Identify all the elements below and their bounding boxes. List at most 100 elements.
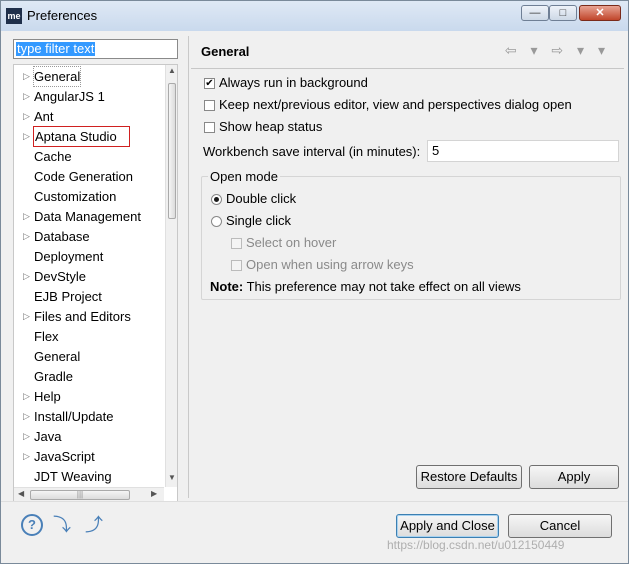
tree-item-label: Help — [34, 389, 61, 404]
tree-item-flex[interactable]: Flex — [34, 327, 59, 346]
tree-item-label: Customization — [34, 189, 117, 204]
open-mode-note: Note: This preference may not take effec… — [210, 279, 521, 294]
tree-item-label: Files and Editors — [34, 309, 131, 324]
tree-item-label: Deployment — [34, 249, 104, 264]
double-click-radio[interactable] — [211, 194, 222, 205]
filter-text: type filter text — [16, 41, 96, 56]
page-nav-arrows-icon[interactable]: ⇦ ▾ ⇨ ▾ ▾ — [505, 42, 610, 59]
tree-item-install-update[interactable]: ▷ Install/Update — [23, 407, 114, 426]
minimize-button[interactable]: — — [521, 5, 549, 21]
close-button[interactable]: ✕ — [579, 5, 621, 21]
tree-item-jdt-weaving[interactable]: JDT Weaving — [34, 467, 112, 486]
save-interval-input[interactable]: 5 — [427, 140, 619, 162]
expand-arrow-icon[interactable]: ▷ — [23, 447, 30, 466]
apply-and-close-button[interactable]: Apply and Close — [396, 514, 499, 538]
tree-item-help[interactable]: ▷ Help — [23, 387, 61, 406]
export-icon[interactable]: ⤴ — [83, 514, 105, 536]
filter-input[interactable]: type filter text — [13, 39, 178, 59]
watermark: https://blog.csdn.net/u012150449 — [387, 538, 565, 552]
expand-arrow-icon[interactable]: ▷ — [23, 87, 30, 106]
scroll-down-icon[interactable]: ▼ — [168, 473, 176, 482]
help-icon[interactable]: ? — [21, 514, 43, 536]
expand-arrow-icon[interactable]: ▷ — [23, 227, 30, 246]
select-on-hover-checkbox[interactable] — [231, 238, 242, 249]
tree-item-label: General — [34, 349, 81, 364]
tree-item-ejb-project[interactable]: EJB Project — [34, 287, 102, 306]
tree-item-cache[interactable]: Cache — [34, 147, 72, 166]
tree-item-ant[interactable]: ▷ Ant — [23, 107, 54, 126]
expand-arrow-icon[interactable]: ▷ — [23, 127, 30, 146]
expand-arrow-icon[interactable]: ▷ — [23, 307, 30, 326]
always-run-background-label: Always run in background — [219, 75, 368, 90]
tree-item-javascript[interactable]: ▷ JavaScript — [23, 447, 95, 466]
tree-item-label: Data Management — [34, 209, 141, 224]
tree-item-files-and-editors[interactable]: ▷ Files and Editors — [23, 307, 131, 326]
tree-item-java[interactable]: ▷ Java — [23, 427, 62, 446]
tree-item-label: Gradle — [34, 369, 74, 384]
note-text: This preference may not take effect on a… — [243, 279, 521, 294]
expand-arrow-icon[interactable]: ▷ — [23, 267, 30, 286]
tree-item-general-2[interactable]: General — [34, 347, 80, 366]
expand-arrow-icon[interactable]: ▷ — [23, 207, 30, 226]
note-label: Note: — [210, 279, 244, 294]
preferences-tree: ▷ General ▷ AngularJS 1 ▷ Ant ▷ Aptana Studi… — [13, 64, 178, 502]
open-mode-title: Open mode — [208, 169, 280, 184]
tree-item-code-generation[interactable]: Code Generation — [34, 167, 133, 186]
preference-page: General ⇦ ▾ ⇨ ▾ ▾ ✔ Always run in backgr… — [191, 36, 624, 496]
tree-item-gradle[interactable]: Gradle — [34, 367, 73, 386]
cancel-button[interactable]: Cancel — [508, 514, 612, 538]
tree-item-label: Java — [34, 429, 62, 444]
keep-next-previous-label: Keep next/previous editor, view and pers… — [219, 97, 572, 112]
tree-item-label: DevStyle — [34, 269, 87, 284]
tree-item-label: Install/Update — [34, 409, 114, 424]
tree-item-label: Ant — [34, 109, 54, 124]
show-heap-status-label: Show heap status — [219, 119, 323, 134]
tree-vertical-scrollbar[interactable]: ▲ ▼ — [165, 65, 177, 487]
tree-item-label: JDT Weaving — [34, 469, 112, 484]
tree-horizontal-scroll-thumb[interactable]: ||| — [30, 490, 130, 500]
keep-next-previous-checkbox[interactable] — [204, 100, 215, 111]
tree-item-label: Aptana Studio — [35, 129, 117, 144]
apply-button[interactable]: Apply — [529, 465, 619, 489]
scroll-up-icon[interactable]: ▲ — [168, 66, 176, 75]
tree-item-data-management[interactable]: ▷ Data Management — [23, 207, 141, 226]
header-divider — [191, 68, 624, 69]
open-mode-group: Open mode Double click Single click Sele… — [201, 169, 621, 300]
tree-vertical-scroll-thumb[interactable] — [168, 83, 176, 219]
always-run-background-checkbox[interactable]: ✔ — [204, 78, 215, 89]
scroll-left-icon[interactable]: ◀ — [18, 489, 24, 498]
open-arrow-keys-checkbox[interactable] — [231, 260, 242, 271]
tree-item-customization[interactable]: Customization — [34, 187, 116, 206]
save-interval-label: Workbench save interval (in minutes): — [203, 144, 421, 159]
show-heap-status-checkbox[interactable] — [204, 122, 215, 133]
expand-arrow-icon[interactable]: ▷ — [23, 107, 30, 126]
scroll-right-icon[interactable]: ▶ — [151, 489, 157, 498]
maximize-button[interactable]: □ — [549, 5, 577, 21]
select-on-hover-label: Select on hover — [246, 235, 337, 250]
tree-item-database[interactable]: ▷ Database — [23, 227, 90, 246]
open-arrow-keys-label: Open when using arrow keys — [246, 257, 414, 272]
tree-item-deployment[interactable]: Deployment — [34, 247, 103, 266]
tree-item-aptana-studio[interactable]: ▷ Aptana Studio — [23, 126, 130, 147]
expand-arrow-icon[interactable]: ▷ — [23, 407, 30, 426]
window-title: Preferences — [27, 8, 98, 23]
tree-item-angularjs[interactable]: ▷ AngularJS 1 — [23, 87, 105, 106]
import-icon[interactable]: ⤵ — [51, 514, 73, 536]
tree-item-devstyle[interactable]: ▷ DevStyle — [23, 267, 87, 286]
tree-item-label: Code Generation — [34, 169, 134, 184]
tree-item-general[interactable]: ▷ General — [23, 66, 82, 87]
expand-arrow-icon[interactable]: ▷ — [23, 387, 30, 406]
single-click-radio[interactable] — [211, 216, 222, 227]
tree-item-label: Cache — [34, 149, 72, 164]
expand-arrow-icon[interactable]: ▷ — [23, 67, 30, 86]
tree-item-label: AngularJS 1 — [34, 89, 105, 104]
restore-defaults-button[interactable]: Restore Defaults — [416, 465, 522, 489]
preferences-window: me Preferences — □ ✕ type filter text ▷ G… — [0, 0, 629, 564]
page-title: General — [201, 44, 250, 59]
tree-horizontal-scrollbar[interactable]: ◀ ||| ▶ — [14, 487, 164, 501]
app-icon: me — [6, 8, 22, 24]
title-bar: me Preferences — □ ✕ — [1, 1, 628, 31]
panel-divider[interactable] — [188, 36, 189, 498]
expand-arrow-icon[interactable]: ▷ — [23, 427, 30, 446]
footer-divider — [1, 501, 628, 502]
